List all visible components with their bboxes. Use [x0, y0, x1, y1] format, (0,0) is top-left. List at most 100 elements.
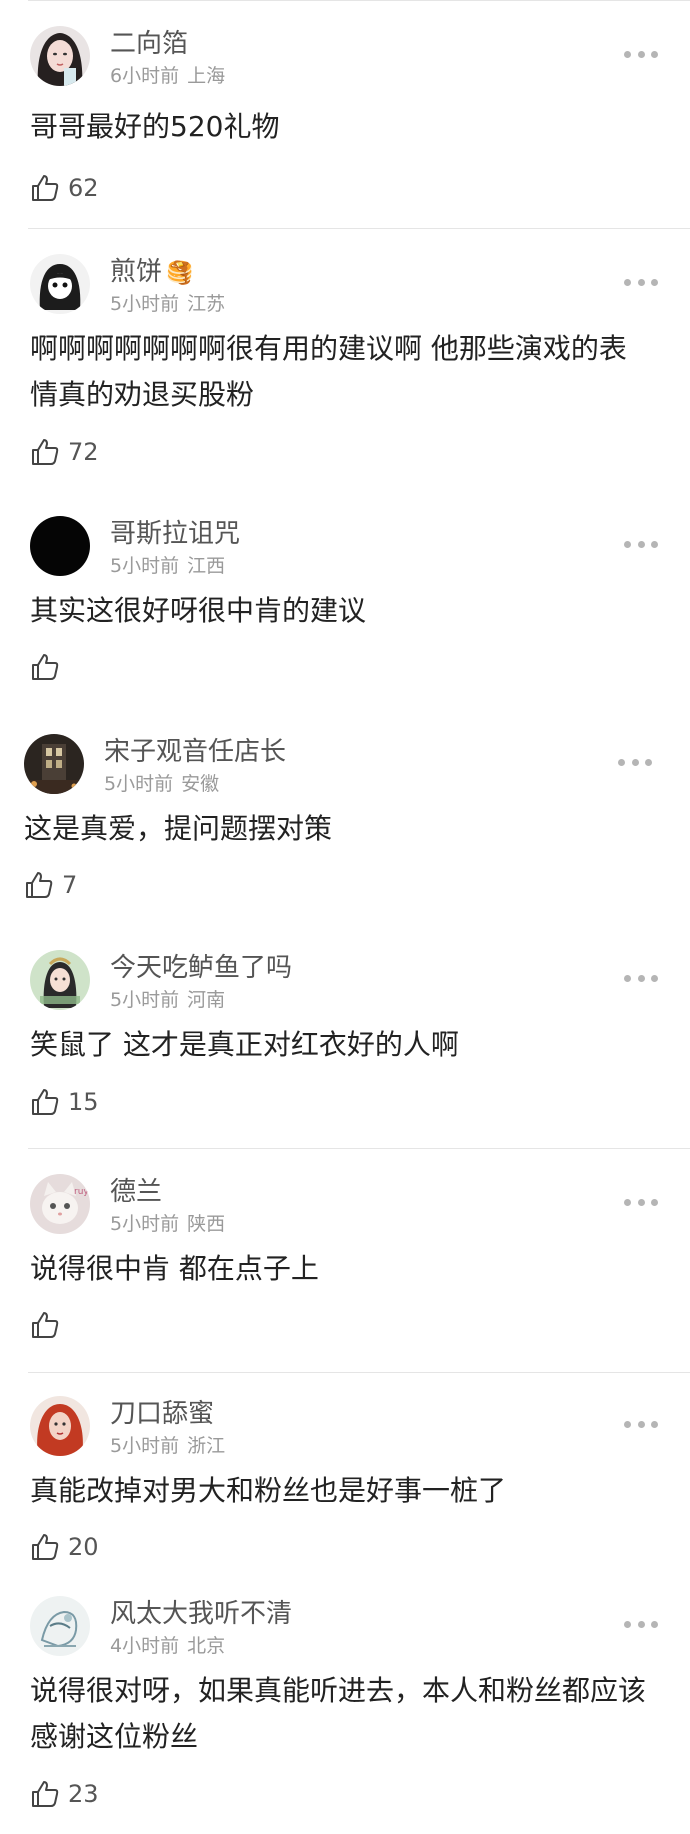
like-button[interactable]: 7: [24, 868, 77, 902]
thumbs-up-icon: [26, 872, 53, 898]
username[interactable]: 刀口舔蜜: [110, 1398, 214, 1430]
like-button[interactable]: 15: [30, 1085, 99, 1119]
avatar[interactable]: [30, 950, 90, 1010]
comment-item: 今天吃鲈鱼了吗 5小时前 河南 笑鼠了 这才是真正对红衣好的人啊 15: [0, 950, 690, 1130]
comment-divider: [28, 1372, 690, 1373]
like-button[interactable]: [30, 650, 68, 684]
red-hair-avatar-icon: [30, 1396, 90, 1456]
comment-time: 5小时前: [110, 989, 180, 1011]
comment-location: 河南: [187, 989, 226, 1011]
more-dots-icon[interactable]: [624, 276, 658, 288]
more-dots-icon[interactable]: [624, 1196, 658, 1208]
comment-time: 4小时前: [110, 1635, 180, 1657]
comment-meta: 5小时前 江苏: [110, 292, 225, 316]
pancake-badge-icon: 🥞: [166, 261, 194, 286]
comment-location: 浙江: [187, 1435, 226, 1457]
username[interactable]: 煎饼 🥞: [110, 256, 193, 290]
username[interactable]: 哥斯拉诅咒: [110, 518, 240, 550]
username-text: 煎饼: [110, 257, 163, 287]
black-circle-avatar-icon: [30, 516, 90, 576]
username[interactable]: 风太大我听不清: [110, 1598, 292, 1630]
comment-meta: 5小时前 陕西: [110, 1212, 225, 1236]
like-button[interactable]: 23: [30, 1777, 99, 1811]
comment-text: 说得很中肯 都在点子上: [30, 1252, 319, 1285]
thumbs-up-icon: [32, 1312, 59, 1338]
thumbs-up-icon: [32, 654, 59, 680]
more-dots-icon[interactable]: [624, 1418, 658, 1430]
more-dots-icon[interactable]: [624, 972, 658, 984]
more-dots-icon[interactable]: [624, 1618, 658, 1630]
comment-meta: 5小时前 浙江: [110, 1434, 225, 1458]
comment-location: 江西: [187, 555, 226, 577]
comment-item: 风太大我听不清 4小时前 北京 说得很对呀，如果真能听进去，本人和粉丝都应该感谢这…: [0, 1596, 690, 1826]
comment-text: 啊啊啊啊啊啊啊很有用的建议啊 他那些演戏的表情真的劝退买股粉: [30, 332, 627, 411]
like-button[interactable]: 62: [30, 171, 99, 205]
comment-item: 宋子观音任店长 5小时前 安徽 这是真爱，提问题摆对策 7: [0, 734, 684, 914]
like-button[interactable]: 72: [30, 435, 99, 469]
comment-text: 哥哥最好的520礼物: [30, 110, 280, 143]
like-count: 23: [68, 1780, 99, 1808]
comment-meta: 4小时前 北京: [110, 1634, 225, 1658]
comment-item: 二向箔 6小时前 上海 哥哥最好的520礼物 62: [0, 26, 690, 206]
avatar[interactable]: [30, 254, 90, 314]
avatar[interactable]: [30, 26, 90, 86]
comment-item: 煎饼 🥞 5小时前 江苏 啊啊啊啊啊啊啊很有用的建议啊 他那些演戏的表情真的劝退买股…: [0, 254, 690, 474]
more-dots-icon[interactable]: [618, 756, 652, 768]
comment-text: 笑鼠了 这才是真正对红衣好的人啊: [30, 1028, 459, 1061]
dark-building-avatar-icon: [24, 734, 84, 794]
comment-meta: 5小时前 江西: [110, 554, 225, 578]
thumbs-up-icon: [32, 1089, 59, 1115]
comment-meta: 5小时前 河南: [110, 988, 225, 1012]
username[interactable]: 德兰: [110, 1176, 162, 1208]
costume-girl-avatar-icon: [30, 950, 90, 1010]
comment-text: 真能改掉对男大和粉丝也是好事一桩了: [30, 1474, 507, 1507]
thumbs-up-icon: [32, 439, 59, 465]
avatar[interactable]: [30, 1596, 90, 1656]
comment-text: 这是真爱，提问题摆对策: [24, 812, 333, 845]
like-button[interactable]: [30, 1308, 68, 1342]
more-dots-icon[interactable]: [624, 48, 658, 60]
girl-portrait-avatar-icon: [30, 26, 90, 86]
comment-location: 上海: [187, 65, 226, 87]
comment-time: 5小时前: [110, 1213, 180, 1235]
like-count: 20: [68, 1533, 99, 1561]
comment-item: 哥斯拉诅咒 5小时前 江西 其实这很好呀很中肯的建议: [0, 516, 690, 696]
comment-location: 安徽: [181, 773, 220, 795]
username[interactable]: 今天吃鲈鱼了吗: [110, 952, 292, 984]
comment-location: 江苏: [187, 293, 226, 315]
comment-divider: [28, 228, 690, 229]
comment-item: ruy 德兰 5小时前 陕西 说得很中肯 都在点子上: [0, 1174, 690, 1354]
comment-time: 6小时前: [110, 65, 180, 87]
comment-time: 5小时前: [110, 555, 180, 577]
thumbs-up-icon: [32, 1534, 59, 1560]
like-count: 72: [68, 438, 99, 466]
avatar[interactable]: [30, 516, 90, 576]
thumbs-up-icon: [32, 1781, 59, 1807]
sketch-avatar-icon: [30, 1596, 90, 1656]
comment-time: 5小时前: [104, 773, 174, 795]
comment-location: 北京: [187, 1635, 226, 1657]
like-count: 15: [68, 1088, 99, 1116]
comment-meta: 6小时前 上海: [110, 64, 225, 88]
avatar[interactable]: [30, 1396, 90, 1456]
avatar[interactable]: [24, 734, 84, 794]
svg-text:ruy: ruy: [74, 1187, 89, 1197]
comment-time: 5小时前: [110, 293, 180, 315]
thumbs-up-icon: [32, 175, 59, 201]
comment-text: 说得很对呀，如果真能听进去，本人和粉丝都应该感谢这位粉丝: [30, 1674, 647, 1753]
more-dots-icon[interactable]: [624, 538, 658, 550]
like-count: 7: [62, 871, 78, 899]
cartoon-girl-avatar-icon: [30, 254, 90, 314]
comment-divider: [28, 1148, 690, 1149]
avatar[interactable]: ruy: [30, 1174, 90, 1234]
cat-avatar-icon: ruy: [30, 1174, 90, 1234]
comment-text: 其实这很好呀很中肯的建议: [30, 594, 367, 627]
like-count: 62: [68, 174, 99, 202]
comment-location: 陕西: [187, 1213, 226, 1235]
username[interactable]: 二向箔: [110, 28, 188, 60]
like-button[interactable]: 20: [30, 1530, 99, 1564]
comment-item: 刀口舔蜜 5小时前 浙江 真能改掉对男大和粉丝也是好事一桩了 20: [0, 1396, 690, 1576]
comment-time: 5小时前: [110, 1435, 180, 1457]
comment-divider: [28, 0, 690, 1]
username[interactable]: 宋子观音任店长: [104, 736, 286, 768]
